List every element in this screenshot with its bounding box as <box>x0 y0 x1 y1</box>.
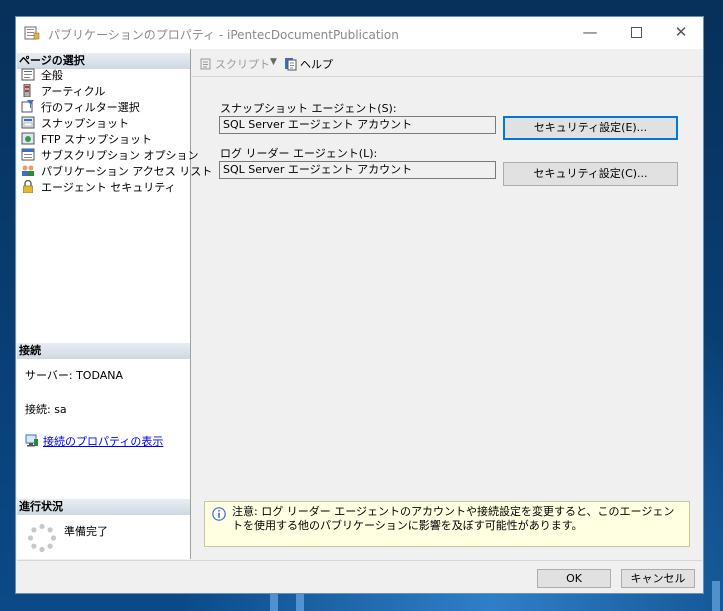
ftp-snapshot-page-icon <box>21 132 35 145</box>
snapshot-agent-label: スナップショット エージェント(S): <box>220 102 397 115</box>
page-item-label: パブリケーション アクセス リスト <box>41 165 213 178</box>
page-item-agent-security[interactable]: エージェント セキュリティ <box>21 180 176 196</box>
log-reader-security-settings-button[interactable]: セキュリティ設定(C)... <box>503 162 678 186</box>
connection-properties-icon <box>25 434 38 447</box>
log-reader-agent-label: ログ リーダー エージェント(L): <box>220 147 378 160</box>
script-label: スクリプト <box>215 58 270 71</box>
maximize-button[interactable] <box>613 17 659 48</box>
script-dropdown-chevron-down-icon[interactable]: ▼ <box>270 57 277 67</box>
close-icon: ✕ <box>674 23 688 41</box>
snapshot-page-icon <box>21 116 35 129</box>
help-button[interactable]: ヘルプ <box>284 56 333 72</box>
page-item-subscription-options[interactable]: サブスクリプション オプション <box>21 148 199 164</box>
publication-properties-dialog: パブリケーションのプロパティ - iPentecDocumentPublicat… <box>15 16 704 594</box>
subscription-options-page-icon <box>21 148 35 161</box>
script-button[interactable]: スクリプト <box>199 56 270 72</box>
page-item-ftp-snapshot[interactable]: FTP スナップショット <box>21 132 152 148</box>
footer-separator <box>17 560 702 561</box>
page-item-label: FTP スナップショット <box>41 133 152 146</box>
log-reader-agent-field: SQL Server エージェント アカウント <box>219 161 496 179</box>
page-item-label: 全般 <box>41 69 63 82</box>
snapshot-security-settings-button[interactable]: セキュリティ設定(E)... <box>503 116 678 140</box>
toolbar-separator <box>192 76 703 77</box>
page-item-label: スナップショット <box>41 117 129 130</box>
page-item-label: エージェント セキュリティ <box>41 181 176 194</box>
publication-app-icon <box>24 26 40 40</box>
title-bar[interactable]: パブリケーションのプロパティ - iPentecDocumentPublicat… <box>16 17 703 49</box>
ok-button[interactable]: OK <box>537 569 611 588</box>
minimize-icon: — <box>582 23 598 41</box>
general-page-icon <box>21 68 35 81</box>
script-icon <box>200 58 211 70</box>
minimize-button[interactable]: — <box>567 17 613 48</box>
server-name: サーバー: TODANA <box>25 369 124 382</box>
notice-message: 注意: ログ リーダー エージェントのアカウントや接続設定を変更すると、このエー… <box>232 505 675 532</box>
desktop-light-beam <box>712 581 720 611</box>
progress-status: 準備完了 <box>64 525 108 538</box>
window-title: パブリケーションのプロパティ - iPentecDocumentPublicat… <box>48 28 399 42</box>
cancel-button[interactable]: キャンセル <box>621 569 695 588</box>
help-icon <box>285 58 297 71</box>
info-icon <box>212 507 226 521</box>
agent-security-page-icon <box>23 180 33 193</box>
page-item-label: 行のフィルター選択 <box>41 101 140 114</box>
page-item-label: アーティクル <box>41 85 106 98</box>
toolbar: スクリプト ▼ ヘルプ <box>192 49 703 77</box>
notice-panel: 注意: ログ リーダー エージェントのアカウントや接続設定を変更すると、このエー… <box>204 501 690 547</box>
snapshot-agent-field: SQL Server エージェント アカウント <box>219 116 496 134</box>
progress-header: 進行状況 <box>17 499 190 515</box>
page-item-general[interactable]: 全般 <box>21 68 63 84</box>
progress-spinner-icon <box>27 523 57 553</box>
filter-rows-page-icon <box>21 100 34 113</box>
view-connection-properties-label[interactable]: 接続のプロパティの表示 <box>43 435 163 448</box>
select-page-header: ページの選択 <box>17 53 190 69</box>
page-item-access-list[interactable]: パブリケーション アクセス リスト <box>21 164 212 180</box>
close-button[interactable]: ✕ <box>658 17 704 48</box>
page-item-snapshot[interactable]: スナップショット <box>21 116 129 132</box>
page-item-label: サブスクリプション オプション <box>41 149 199 162</box>
view-connection-properties-link[interactable]: 接続のプロパティの表示 <box>25 433 163 449</box>
connection-header: 接続 <box>17 343 190 359</box>
access-list-page-icon <box>22 165 34 176</box>
maximize-icon <box>630 27 642 38</box>
connection-user: 接続: sa <box>25 403 67 416</box>
page-item-filter-rows[interactable]: 行のフィルター選択 <box>21 100 140 116</box>
left-pane: ページの選択 全般 アーティクル 行のフィルター選択 スナップショット FTP … <box>17 49 212 559</box>
help-label: ヘルプ <box>300 58 333 71</box>
page-item-articles[interactable]: アーティクル <box>21 84 105 100</box>
articles-page-icon <box>23 84 31 97</box>
